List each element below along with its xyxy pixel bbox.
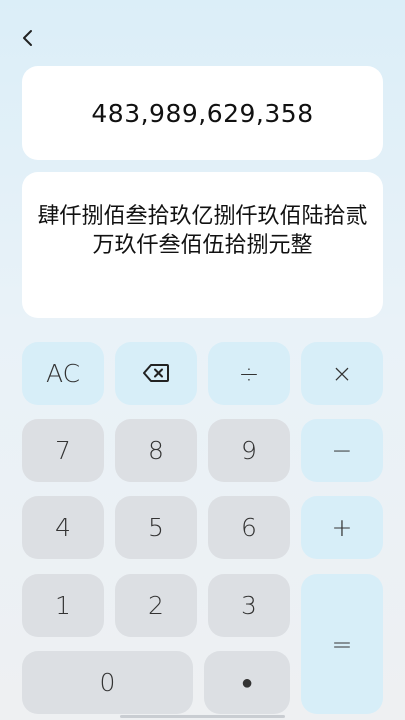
digit-2-button[interactable]: 2 (115, 574, 197, 637)
decimal-point-label: ● (240, 670, 254, 694)
digit-8-button[interactable]: 8 (115, 419, 197, 482)
plus-button[interactable]: + (301, 496, 383, 559)
digit-3-label: 3 (241, 591, 257, 620)
equals-button[interactable]: = (301, 574, 383, 714)
minus-label: − (331, 436, 353, 465)
decimal-point-button[interactable]: ● (204, 651, 290, 714)
digit-9-label: 9 (241, 436, 257, 465)
digit-3-button[interactable]: 3 (208, 574, 290, 637)
backspace-button[interactable] (115, 342, 197, 405)
digit-9-button[interactable]: 9 (208, 419, 290, 482)
digit-6-button[interactable]: 6 (208, 496, 290, 559)
equals-label: = (331, 629, 353, 659)
digit-1-label: 1 (55, 591, 71, 620)
divide-label: ÷ (238, 359, 260, 388)
multiply-label: × (331, 359, 353, 388)
clear-label: AC (45, 359, 81, 388)
divide-button[interactable]: ÷ (208, 342, 290, 405)
digit-7-label: 7 (55, 436, 71, 465)
plus-label: + (331, 513, 353, 542)
clear-button[interactable]: AC (22, 342, 104, 405)
chinese-amount-text: 肆仟捌佰叁拾玖亿捌仟玖佰陆拾贰万玖仟叁佰伍拾捌元整 (37, 204, 368, 258)
number-display: 483,989,629,358 (22, 66, 383, 160)
back-button[interactable] (14, 26, 42, 54)
digit-0-button[interactable]: 0 (22, 651, 193, 714)
backspace-icon (143, 359, 169, 388)
digit-5-button[interactable]: 5 (115, 496, 197, 559)
home-indicator (120, 715, 285, 718)
digit-4-label: 4 (55, 513, 71, 542)
digit-8-label: 8 (148, 436, 164, 465)
chevron-left-icon (20, 28, 36, 52)
words-display: 肆仟捌佰叁拾玖亿捌仟玖佰陆拾贰万玖仟叁佰伍拾捌元整 (22, 172, 383, 318)
digit-4-button[interactable]: 4 (22, 496, 104, 559)
digit-5-label: 5 (148, 513, 164, 542)
digit-1-button[interactable]: 1 (22, 574, 104, 637)
minus-button[interactable]: − (301, 419, 383, 482)
digit-2-label: 2 (148, 591, 164, 620)
digit-0-label: 0 (99, 668, 116, 697)
number-value: 483,989,629,358 (91, 98, 314, 128)
multiply-button[interactable]: × (301, 342, 383, 405)
digit-7-button[interactable]: 7 (22, 419, 104, 482)
digit-6-label: 6 (241, 513, 257, 542)
